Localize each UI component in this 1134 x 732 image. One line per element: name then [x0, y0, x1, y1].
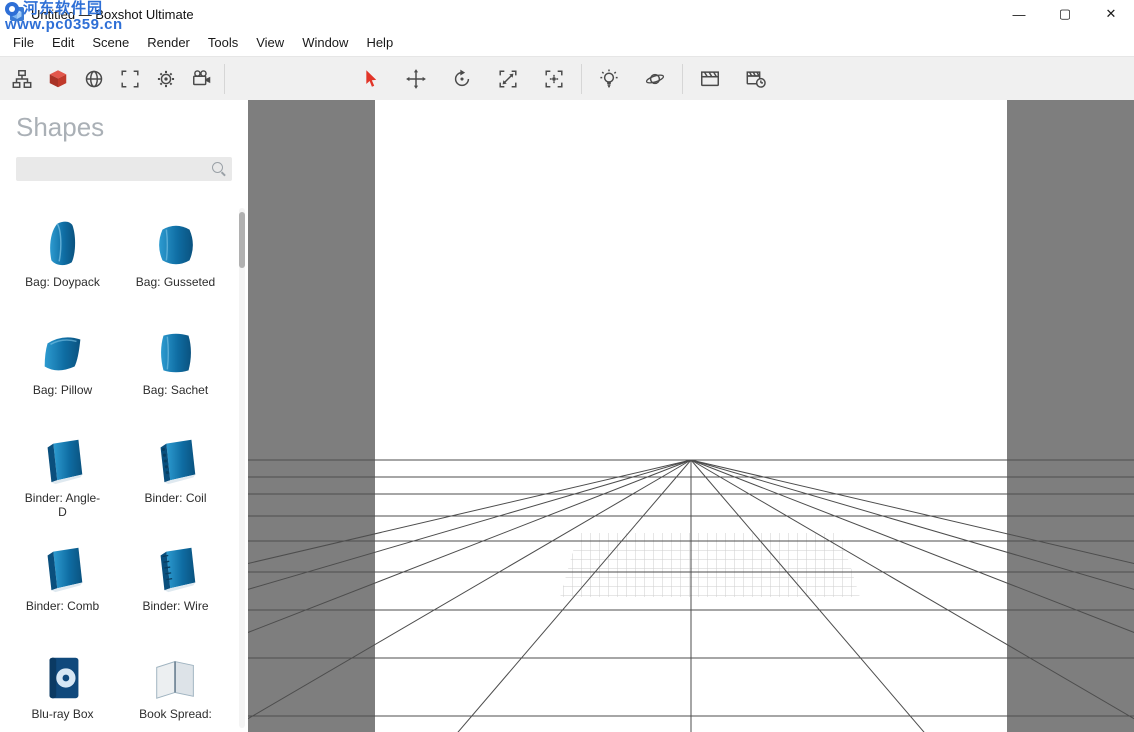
- toolbar-group: [687, 57, 779, 100]
- shape-item-label: Bag: Sachet: [142, 383, 209, 397]
- menu-item-file[interactable]: File: [4, 28, 43, 56]
- camera-mask-right: [1007, 100, 1134, 732]
- shape-item-label: Blu-ray Box: [31, 707, 94, 721]
- menu-item-edit[interactable]: Edit: [43, 28, 83, 56]
- move-arrows-icon: [406, 68, 426, 89]
- shapes-grid: Bag: Doypack Bag: Gusseted Bag: Pillow Bag:…: [6, 212, 232, 732]
- rotate-tool-button[interactable]: [439, 61, 485, 97]
- render-button[interactable]: [184, 61, 220, 97]
- globe-icon: [85, 70, 103, 87]
- select-tool-button[interactable]: [347, 61, 393, 97]
- menu-item-help[interactable]: Help: [357, 28, 402, 56]
- clapperboard-icon: [701, 70, 719, 86]
- toolbar-group: [0, 57, 220, 100]
- close-button[interactable]: ✕: [1088, 0, 1134, 28]
- shape-item-bluray-box[interactable]: Blu-ray Box: [6, 644, 119, 732]
- shapes-search-input[interactable]: [16, 157, 232, 181]
- animation-button[interactable]: [687, 61, 733, 97]
- animation-preview-button[interactable]: [733, 61, 779, 97]
- minimize-button[interactable]: —: [996, 0, 1042, 28]
- shape-item-label: Binder: Wire: [142, 599, 209, 613]
- gear-icon: [157, 70, 175, 87]
- menu-item-tools[interactable]: Tools: [199, 28, 247, 56]
- orbit-ring-icon: [645, 73, 665, 84]
- bag-gusseted-icon: [149, 218, 203, 272]
- move-tool-button[interactable]: [393, 61, 439, 97]
- app-icon: [10, 7, 24, 21]
- light-bulb-icon: [600, 68, 618, 87]
- shapes-panel-button[interactable]: [40, 61, 76, 97]
- shapes-scrollbar[interactable]: [239, 208, 245, 728]
- bag-pillow-icon: [36, 326, 90, 380]
- fit-view-button[interactable]: [531, 61, 577, 97]
- toolbar-group: [347, 57, 577, 100]
- binder-coil-icon: [149, 434, 203, 488]
- shapes-panel: Shapes Bag: Doypack Bag: Gusseted Bag: Pil…: [0, 100, 248, 732]
- shape-item-label: Bag: Gusseted: [135, 275, 216, 289]
- floor-mesh-highlight: [560, 533, 860, 597]
- center-frame-icon: [545, 69, 563, 88]
- maximize-button[interactable]: ▢: [1042, 0, 1088, 28]
- materials-button[interactable]: [76, 61, 112, 97]
- titlebar: Untitled — Boxshot Ultimate — ▢ ✕: [0, 0, 1134, 28]
- scene-tree-button[interactable]: [4, 61, 40, 97]
- binder-angle-d-icon: [36, 434, 90, 488]
- scale-frame-icon: [499, 69, 517, 88]
- scale-tool-button[interactable]: [485, 61, 531, 97]
- shape-item-label: Binder: Angle-D: [24, 491, 101, 519]
- window-title: Untitled — Boxshot Ultimate: [31, 6, 194, 22]
- shape-item-label: Bag: Doypack: [25, 275, 100, 289]
- frame-corners-icon: [121, 69, 139, 88]
- shapes-scrollbar-thumb[interactable]: [239, 212, 245, 268]
- shape-item-label: Bag: Pillow: [32, 383, 93, 397]
- shape-item-bag-gusseted[interactable]: Bag: Gusseted: [119, 212, 232, 320]
- shape-item-bag-sachet[interactable]: Bag: Sachet: [119, 320, 232, 428]
- lighting-button[interactable]: [586, 61, 632, 97]
- scene-tree-icon: [12, 69, 32, 88]
- shape-item-binder-angle-d[interactable]: Binder: Angle-D: [6, 428, 119, 536]
- camera-mask-left: [248, 100, 375, 732]
- shape-item-binder-comb[interactable]: Binder: Comb: [6, 536, 119, 644]
- window-controls: — ▢ ✕: [996, 0, 1134, 28]
- menu-item-window[interactable]: Window: [293, 28, 357, 56]
- shapes-panel-title: Shapes: [16, 112, 105, 142]
- environment-button[interactable]: [632, 61, 678, 97]
- search-icon: [212, 162, 223, 173]
- select-arrow-icon: [366, 69, 377, 87]
- bag-doypack-icon: [36, 218, 90, 272]
- menu-item-render[interactable]: Render: [138, 28, 199, 56]
- bluray-box-icon: [36, 650, 90, 704]
- menu-item-scene[interactable]: Scene: [83, 28, 138, 56]
- camera-frame-button[interactable]: [112, 61, 148, 97]
- menubar: File Edit Scene Render Tools View Window Help: [0, 28, 1134, 56]
- shapes-cube-icon: [49, 69, 67, 87]
- rotate-arrow-icon: [454, 69, 470, 86]
- toolbar-separator: [682, 63, 683, 94]
- viewport-scene[interactable]: [248, 100, 1134, 732]
- clapper-clock-icon: [746, 70, 766, 88]
- shape-item-book-spread[interactable]: Book Spread:: [119, 644, 232, 732]
- binder-wire-icon: [149, 542, 203, 596]
- shape-item-label: Book Spread:: [139, 707, 212, 721]
- bag-sachet-icon: [149, 326, 203, 380]
- shape-item-bag-pillow[interactable]: Bag: Pillow: [6, 320, 119, 428]
- shape-item-binder-coil[interactable]: Binder: Coil: [119, 428, 232, 536]
- shape-item-label: Binder: Comb: [25, 599, 100, 613]
- shape-item-label: Binder: Coil: [144, 491, 207, 505]
- binder-comb-icon: [36, 542, 90, 596]
- viewport-3d[interactable]: [248, 100, 1134, 732]
- toolbar: [0, 56, 1134, 101]
- settings-button[interactable]: [148, 61, 184, 97]
- toolbar-separator: [581, 63, 582, 94]
- shape-item-binder-wire[interactable]: Binder: Wire: [119, 536, 232, 644]
- shape-item-bag-doypack[interactable]: Bag: Doypack: [6, 212, 119, 320]
- book-spread-icon: [149, 650, 203, 704]
- movie-camera-icon: [193, 69, 211, 85]
- menu-item-view[interactable]: View: [247, 28, 293, 56]
- shapes-search-box: [16, 157, 232, 181]
- toolbar-group: [586, 57, 678, 100]
- toolbar-separator: [224, 63, 225, 94]
